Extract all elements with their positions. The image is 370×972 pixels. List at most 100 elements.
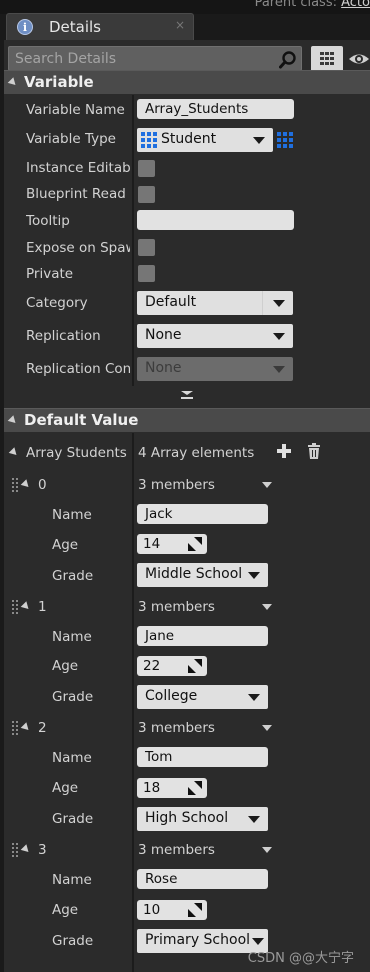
grade-dropdown[interactable]: College — [137, 685, 268, 709]
chevron-down-icon[interactable] — [262, 482, 272, 488]
grade-label: Grade — [52, 933, 94, 949]
element-index: 0 — [38, 477, 47, 493]
drag-handle-icon[interactable] — [12, 478, 18, 492]
spin-drag-icon — [188, 659, 202, 673]
parent-class-link[interactable]: Acto — [341, 0, 370, 10]
age-spinbox[interactable]: 10 — [137, 900, 207, 920]
blueprint-readonly-checkbox[interactable] — [138, 186, 155, 203]
members-count: 3 members — [138, 842, 215, 858]
replication-value: None — [145, 327, 182, 343]
section-title: Default Value — [24, 411, 139, 429]
name-input[interactable]: Tom — [137, 747, 268, 767]
grade-label: Grade — [52, 811, 94, 827]
name-input[interactable]: Rose — [137, 869, 268, 889]
variable-type-value: Student — [161, 131, 217, 147]
column-divider[interactable] — [132, 433, 134, 972]
age-label: Age — [52, 780, 79, 796]
age-spinbox[interactable]: 22 — [137, 656, 207, 676]
collapse-arrow-icon — [7, 415, 19, 426]
drag-handle-icon[interactable] — [12, 843, 18, 857]
members-count: 3 members — [138, 720, 215, 736]
watermark: CSDN @@大宁字 — [247, 951, 354, 966]
advanced-expander[interactable] — [4, 387, 370, 403]
name-input[interactable]: Jane — [137, 626, 268, 646]
name-input[interactable]: Jack — [137, 504, 268, 524]
chevron-down-icon[interactable] — [262, 725, 272, 731]
chevron-down-icon — [273, 366, 285, 373]
array-collapse-arrow-icon[interactable] — [8, 447, 20, 458]
expose-on-spawn-checkbox[interactable] — [138, 239, 155, 256]
drag-handle-icon[interactable] — [12, 721, 18, 735]
trash-icon[interactable] — [307, 443, 321, 459]
editor-top-bar: Parent class: Acto — [0, 0, 370, 14]
element-index: 2 — [38, 720, 47, 736]
grade-dropdown[interactable]: High School — [137, 807, 268, 831]
chevron-down-icon — [248, 572, 260, 579]
variable-type-dropdown[interactable]: Student — [137, 128, 273, 152]
name-label: Name — [52, 872, 92, 888]
category-combo[interactable]: Default — [137, 291, 293, 315]
age-value: 18 — [143, 780, 161, 796]
search-input[interactable] — [15, 49, 270, 69]
parent-class-label: Parent class: — [254, 0, 337, 10]
variable-type-label: Variable Type — [26, 131, 116, 147]
element-collapse-arrow-icon[interactable] — [20, 479, 32, 490]
blueprint-readonly-label: Blueprint Read ( — [26, 186, 130, 202]
section-variable-header[interactable]: Variable — [4, 70, 370, 94]
age-value: 14 — [143, 536, 161, 552]
chevron-down-icon — [248, 816, 260, 823]
combo-splitter — [262, 291, 263, 315]
category-label: Category — [26, 295, 88, 311]
eye-icon[interactable] — [348, 51, 370, 67]
element-index: 1 — [38, 599, 47, 615]
grade-value: College — [145, 688, 198, 704]
chevron-down-icon — [273, 300, 285, 307]
age-label: Age — [52, 658, 79, 674]
property-matrix-button[interactable] — [311, 46, 343, 72]
parent-class: Parent class: Acto — [255, 0, 370, 10]
details-panel: Variable Variable Name Array_Students Va… — [4, 40, 370, 972]
array-type-icon — [141, 132, 157, 148]
age-label: Age — [52, 537, 79, 553]
section-default-value-header[interactable]: Default Value — [4, 408, 370, 432]
age-label: Age — [52, 902, 79, 918]
name-label: Name — [52, 507, 92, 523]
tooltip-input[interactable] — [137, 210, 294, 230]
chevron-down-icon[interactable] — [262, 604, 272, 610]
collapse-arrow-icon — [7, 77, 19, 88]
age-value: 10 — [143, 902, 161, 918]
variable-name-label: Variable Name — [26, 102, 125, 118]
replication-dropdown[interactable]: None — [137, 324, 293, 348]
tooltip-label: Tooltip — [26, 213, 70, 229]
element-index: 3 — [38, 842, 47, 858]
replication-condition-value: None — [145, 360, 182, 376]
element-collapse-arrow-icon[interactable] — [20, 722, 32, 733]
chevron-down-icon[interactable] — [262, 847, 272, 853]
instance-editable-checkbox[interactable] — [138, 160, 155, 177]
close-icon[interactable]: × — [175, 18, 185, 32]
search-icon[interactable] — [279, 51, 297, 69]
drag-handle-icon[interactable] — [12, 600, 18, 614]
age-spinbox[interactable]: 14 — [137, 534, 207, 554]
replication-condition-label: Replication Con — [26, 361, 130, 377]
grade-label: Grade — [52, 568, 94, 584]
container-type-icon[interactable] — [277, 132, 293, 148]
variable-name-input[interactable]: Array_Students — [137, 99, 294, 119]
grade-label: Grade — [52, 689, 94, 705]
age-value: 22 — [143, 658, 161, 674]
private-checkbox[interactable] — [138, 265, 155, 282]
grade-dropdown[interactable]: Middle School — [137, 563, 268, 587]
category-value: Default — [145, 294, 197, 310]
chevron-down-icon — [273, 333, 285, 340]
element-collapse-arrow-icon[interactable] — [20, 844, 32, 855]
add-element-icon[interactable] — [277, 444, 291, 458]
tab-title: Details — [49, 18, 102, 36]
age-spinbox[interactable]: 18 — [137, 778, 207, 798]
column-divider[interactable] — [132, 95, 134, 386]
replication-condition-dropdown: None — [137, 357, 293, 381]
element-collapse-arrow-icon[interactable] — [20, 601, 32, 612]
tab-details[interactable]: i Details × — [6, 13, 194, 40]
grade-value: Primary School — [145, 932, 251, 948]
double-chevron-down-icon — [181, 391, 193, 399]
instance-editable-label: Instance Editab — [26, 160, 130, 176]
